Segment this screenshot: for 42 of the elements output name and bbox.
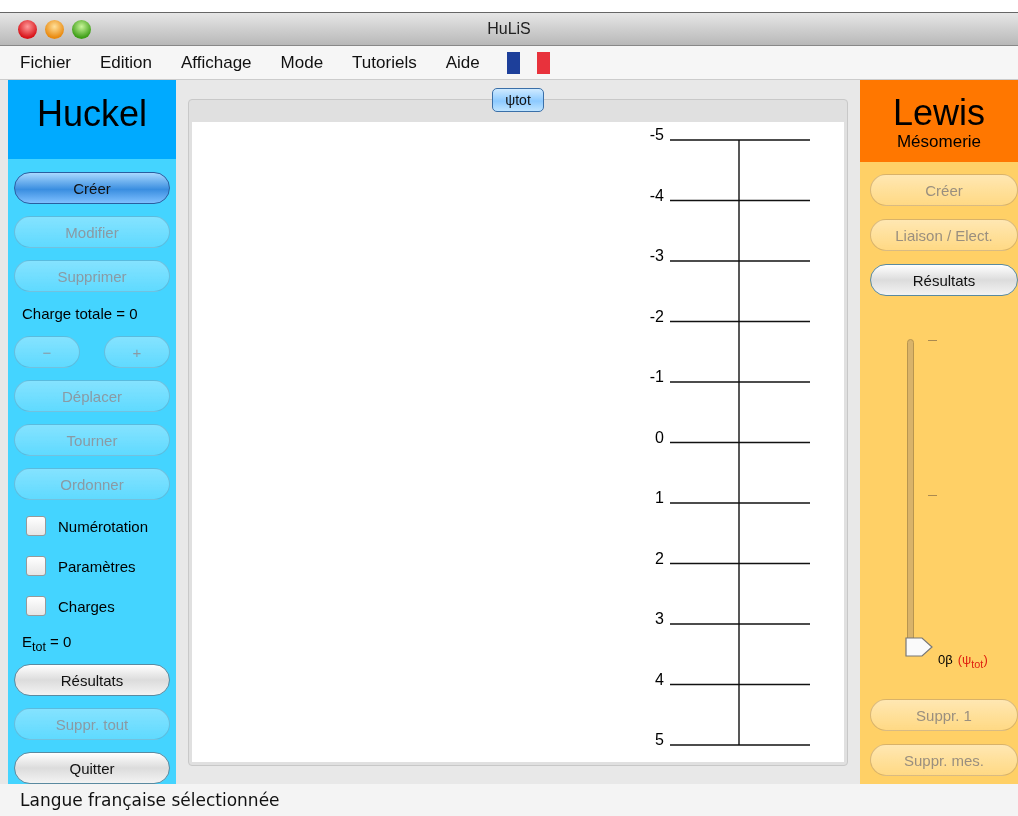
energy-label: 1 <box>655 489 664 506</box>
energy-label: 4 <box>655 670 664 688</box>
checkbox-label: Charges <box>58 597 115 615</box>
menu-item[interactable]: Mode <box>280 52 324 73</box>
info-text: E$_{tot}$ = 0 <box>21 632 73 652</box>
panel-title: Huckel <box>36 94 147 134</box>
menu-item[interactable]: Fichier <box>20 52 71 73</box>
checkbox[interactable] <box>26 596 46 616</box>
panel-button[interactable]: Créer <box>14 172 170 204</box>
menu-item[interactable]: Edition <box>100 52 152 73</box>
menu-item[interactable]: Affichage <box>181 52 252 73</box>
panel-subtitle: Mésomerie <box>896 132 982 152</box>
checkbox[interactable] <box>26 516 46 536</box>
energy-label: 2 <box>655 549 664 567</box>
slider-thumb[interactable] <box>904 636 934 658</box>
info-text: Charge totale = 0 <box>21 304 139 324</box>
energy-label: 5 <box>655 731 664 748</box>
checkbox[interactable] <box>26 556 46 576</box>
psi-tab[interactable]: ψtot <box>492 88 544 112</box>
flag-icon[interactable] <box>506 51 551 74</box>
menu-item[interactable]: Tutoriels <box>352 52 417 73</box>
energy-label: 0 <box>655 428 664 446</box>
minimize-button[interactable] <box>45 19 64 39</box>
checkbox-label: Numérotation <box>58 517 149 535</box>
energy-label: -4 <box>649 186 664 204</box>
window-title: HuLiS <box>487 20 531 38</box>
status-text: Langue française sélectionnée <box>20 790 280 810</box>
energy-label: -2 <box>649 307 664 325</box>
energy-label: 3 <box>655 610 664 627</box>
panel-title: Lewis <box>892 94 985 132</box>
panel-button[interactable]: Quitter <box>14 752 170 784</box>
zoom-button[interactable] <box>72 19 91 39</box>
panel-button[interactable]: Résultats <box>14 664 170 696</box>
panel-button[interactable]: Résultats <box>870 264 1018 296</box>
checkbox-label: Paramètres <box>58 557 136 575</box>
slider-value: 0β <box>938 652 953 669</box>
close-button[interactable] <box>18 19 37 39</box>
slider-caption: (ψ$_{tot}$) <box>957 652 988 670</box>
menu-item[interactable]: Aide <box>445 52 480 73</box>
energy-label: -1 <box>649 368 664 385</box>
energy-label: -5 <box>649 126 664 143</box>
energy-label: -3 <box>649 247 664 264</box>
